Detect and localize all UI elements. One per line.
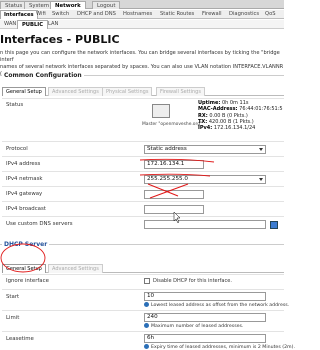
- annotation-cross-stroke: [149, 183, 189, 199]
- annotation-circle: [0, 243, 46, 273]
- annotation-underline: [139, 173, 211, 177]
- annotation-cross-stroke: [147, 183, 179, 197]
- annotation-underline: [139, 158, 215, 163]
- annotation-overlay: [0, 158, 215, 273]
- mouse-cursor-icon: [173, 211, 181, 224]
